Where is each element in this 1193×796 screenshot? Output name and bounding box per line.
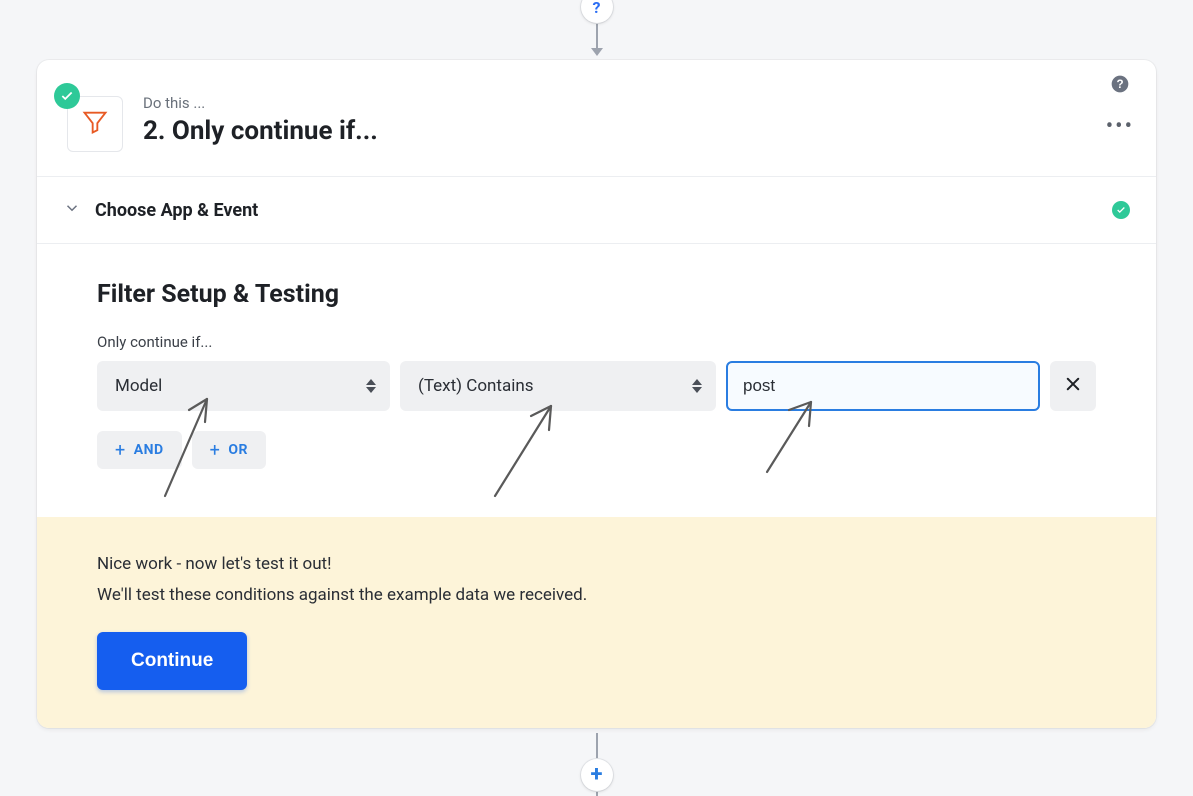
status-success-badge: [54, 83, 80, 109]
test-line-1: Nice work - now let's test it out!: [97, 549, 1096, 580]
filter-icon: [81, 108, 109, 140]
accordion-status-check: [1112, 201, 1130, 219]
step-title: 2. Only continue if...: [143, 116, 378, 146]
field-select[interactable]: Model: [97, 361, 390, 411]
or-button[interactable]: + OR: [192, 431, 266, 469]
header-actions: ? •••: [1106, 74, 1134, 138]
and-label: AND: [134, 442, 164, 458]
filter-condition-row: Model (Text) Contains: [97, 361, 1096, 411]
add-step-button[interactable]: +: [581, 759, 613, 791]
plus-icon: +: [115, 440, 126, 461]
step-eyebrow: Do this ...: [143, 94, 378, 112]
step-header: Do this ... 2. Only continue if... ? •••: [37, 60, 1156, 176]
and-button[interactable]: + AND: [97, 431, 182, 469]
operator-select-value: (Text) Contains: [418, 376, 534, 396]
help-icon[interactable]: ?: [1110, 74, 1130, 98]
close-icon: [1064, 374, 1082, 399]
choose-app-event-row[interactable]: Choose App & Event: [37, 176, 1156, 243]
step-card: Do this ... 2. Only continue if... ? •••…: [37, 60, 1156, 728]
header-titles: Do this ... 2. Only continue if...: [143, 80, 378, 146]
test-line-2: We'll test these conditions against the …: [97, 580, 1096, 611]
sort-caret-icon: [366, 379, 376, 393]
svg-text:?: ?: [1116, 78, 1123, 91]
or-label: OR: [228, 442, 248, 458]
accordion-left: Choose App & Event: [63, 199, 258, 221]
filter-setup-section: Filter Setup & Testing Only continue if.…: [37, 243, 1156, 517]
plus-icon: +: [210, 440, 221, 461]
plus-icon: +: [591, 764, 603, 786]
section-title: Filter Setup & Testing: [97, 280, 1096, 309]
test-panel: Nice work - now let's test it out! We'll…: [37, 517, 1156, 728]
continue-button[interactable]: Continue: [97, 632, 247, 690]
connector-arrowhead: [591, 48, 603, 56]
accordion-title: Choose App & Event: [95, 200, 258, 221]
operator-select[interactable]: (Text) Contains: [400, 361, 716, 411]
chevron-down-icon: [63, 199, 81, 221]
value-input[interactable]: [726, 361, 1040, 411]
connector-node-top[interactable]: ?: [581, 0, 613, 23]
field-select-value: Model: [115, 376, 162, 396]
more-menu-icon[interactable]: •••: [1106, 116, 1134, 138]
step-app-icon-wrap: [51, 80, 127, 156]
logic-buttons: + AND + OR: [97, 431, 1096, 469]
sort-caret-icon: [692, 379, 702, 393]
remove-condition-button[interactable]: [1050, 361, 1096, 411]
condition-label: Only continue if...: [97, 333, 1096, 351]
